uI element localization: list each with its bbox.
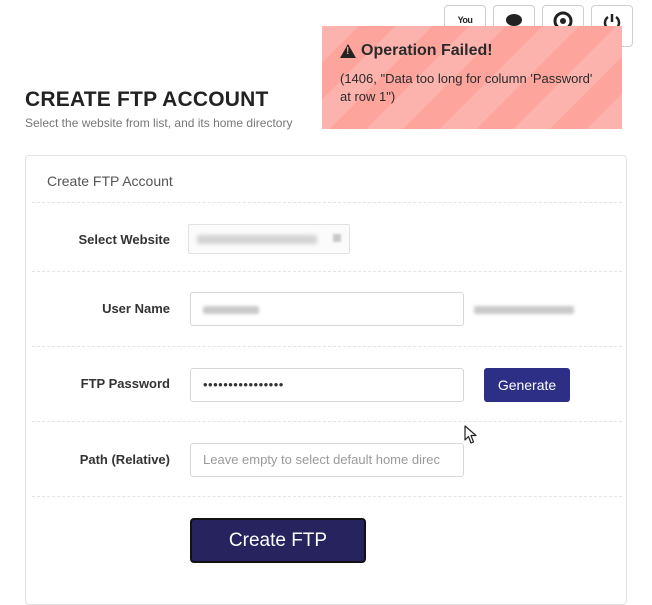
username-value-redacted xyxy=(203,305,259,314)
notification-title: Operation Failed! xyxy=(361,42,493,59)
divider xyxy=(32,421,622,422)
create-ftp-button[interactable]: Create FTP xyxy=(190,518,366,563)
mouse-cursor-icon xyxy=(464,425,477,444)
password-label: FTP Password xyxy=(80,376,170,391)
youtube-icon: You xyxy=(457,15,473,25)
divider xyxy=(32,271,622,272)
page-title: CREATE FTP ACCOUNT xyxy=(25,88,269,111)
create-ftp-card: Create FTP Account Select Website User N… xyxy=(25,155,627,605)
page-subtitle: Select the website from list, and its ho… xyxy=(25,116,293,130)
card-heading: Create FTP Account xyxy=(47,173,173,189)
website-select[interactable] xyxy=(188,224,350,254)
chevron-down-icon xyxy=(333,234,341,242)
website-label: Select Website xyxy=(78,232,170,247)
username-input[interactable] xyxy=(190,292,464,326)
notification-message: (1406, "Data too long for column 'Passwo… xyxy=(340,71,593,104)
generate-button[interactable]: Generate xyxy=(484,368,570,402)
error-notification[interactable]: Operation Failed! (1406, "Data too long … xyxy=(322,26,622,129)
path-label: Path (Relative) xyxy=(79,452,170,467)
warning-icon xyxy=(340,44,356,58)
path-input[interactable]: Leave empty to select default home direc xyxy=(190,443,464,477)
website-select-value-redacted xyxy=(197,235,317,244)
username-label: User Name xyxy=(102,301,170,316)
divider xyxy=(32,496,622,497)
divider xyxy=(32,202,622,203)
password-input[interactable]: •••••••••••••••• xyxy=(190,368,464,402)
divider xyxy=(32,346,622,347)
notification-heading: Operation Failed! xyxy=(340,42,604,60)
username-prefix-redacted xyxy=(474,306,574,314)
